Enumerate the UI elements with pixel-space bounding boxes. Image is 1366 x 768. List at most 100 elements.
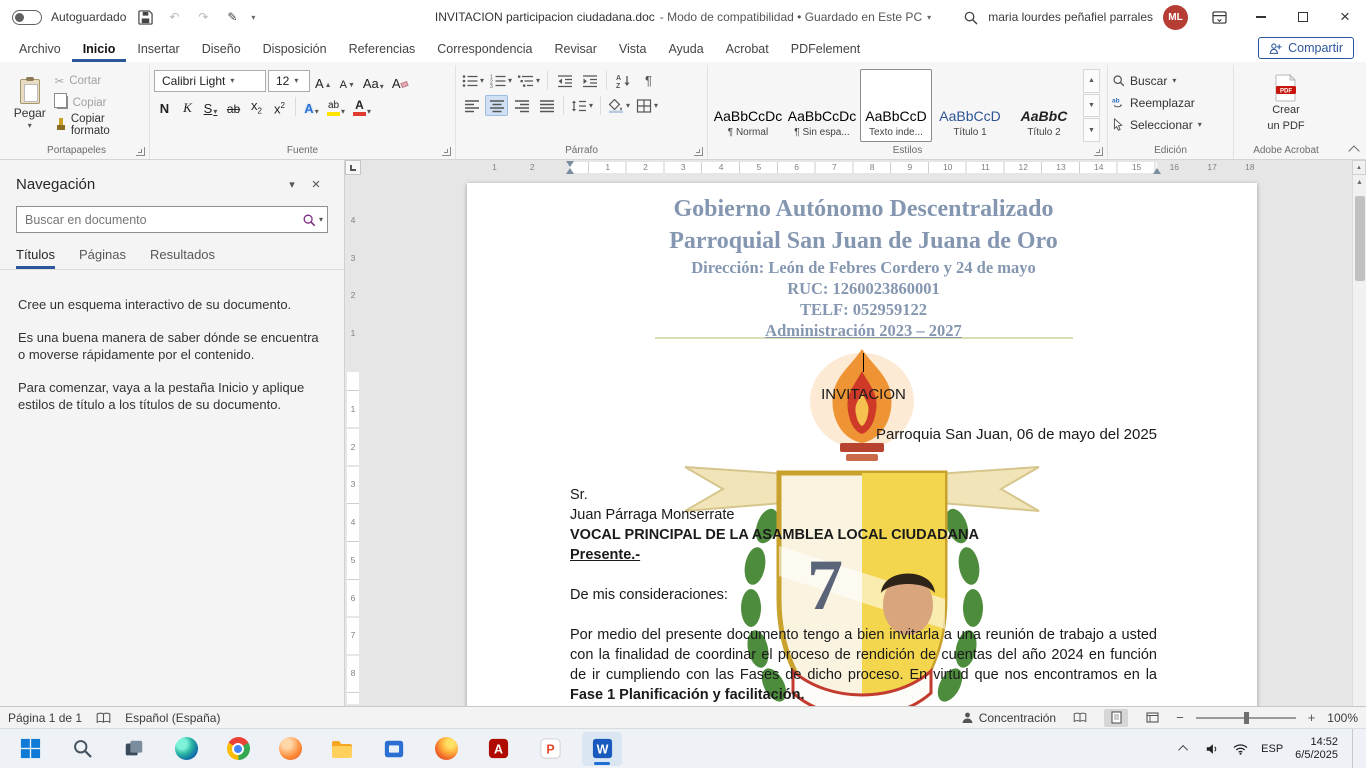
paragraph-dialog-launcher[interactable] (694, 147, 703, 156)
highlight-color-button[interactable]: ab▾ (324, 96, 348, 117)
clear-formatting-button[interactable]: A (389, 71, 412, 92)
ribbon-tab-archivo[interactable]: Archivo (8, 37, 72, 62)
ribbon-display-options-icon[interactable] (1198, 0, 1240, 34)
print-layout-button[interactable] (1104, 709, 1128, 727)
multilevel-list-button[interactable]: ▾ (516, 70, 542, 91)
change-case-button[interactable]: Aa▾ (360, 71, 387, 92)
style-item-2[interactable]: AaBbCcDc¶ Sin espa... (786, 69, 858, 142)
font-dialog-launcher[interactable] (442, 147, 451, 156)
taskbar-blue-app-icon[interactable] (374, 732, 414, 766)
ribbon-tab-insertar[interactable]: Insertar (126, 37, 190, 62)
volume-icon[interactable] (1203, 740, 1221, 758)
zoom-slider-thumb[interactable] (1244, 712, 1249, 724)
search-icon[interactable] (960, 7, 980, 27)
pen-icon[interactable]: ✎ (222, 7, 242, 27)
taskbar-chrome-icon[interactable] (218, 732, 258, 766)
underline-button[interactable]: S▾ (200, 96, 221, 117)
search-options-chevron-icon[interactable]: ▾ (319, 216, 323, 224)
numbering-button[interactable]: 123▾ (488, 70, 514, 91)
increase-indent-button[interactable] (578, 70, 601, 91)
decrease-indent-button[interactable] (553, 70, 576, 91)
style-item-5[interactable]: AaBbCTítulo 2 (1008, 69, 1080, 142)
shrink-font-button[interactable]: A▼ (337, 71, 358, 92)
style-item-1[interactable]: AaBbCcDc¶ Normal (712, 69, 784, 142)
document-content[interactable]: Gobierno Autónomo Descentralizado Parroq… (467, 183, 1257, 705)
taskbar-file-explorer-icon[interactable] (322, 732, 362, 766)
nav-tab-titulos[interactable]: Títulos (16, 247, 55, 269)
keyboard-language[interactable]: ESP (1259, 743, 1285, 755)
find-button[interactable]: Buscar▾ (1112, 71, 1202, 90)
font-name-combo[interactable]: Calibri Light▾ (154, 70, 266, 92)
sort-button[interactable]: AZ (612, 70, 635, 91)
cut-button[interactable]: ✂Cortar (52, 71, 145, 90)
taskbar-acrobat-icon[interactable]: A (478, 732, 518, 766)
ribbon-tab-correspondencia[interactable]: Correspondencia (426, 37, 543, 62)
zoom-slider[interactable] (1196, 717, 1296, 719)
search-icon[interactable] (302, 213, 316, 227)
vertical-scrollbar[interactable]: ▲ (1352, 175, 1366, 706)
taskbar-browser-icon[interactable] (270, 732, 310, 766)
taskbar-pdfelement-icon[interactable]: P (530, 732, 570, 766)
nav-tab-resultados[interactable]: Resultados (150, 247, 215, 269)
minimize-button[interactable] (1240, 0, 1282, 34)
align-right-button[interactable] (510, 95, 533, 116)
focus-mode-button[interactable]: Concentración (961, 711, 1056, 725)
navigation-options-chevron-icon[interactable]: ▾ (280, 174, 304, 194)
line-spacing-button[interactable]: ▾ (569, 95, 595, 116)
autosave-toggle[interactable] (12, 10, 42, 25)
select-button[interactable]: Seleccionar▾ (1112, 115, 1202, 134)
subscript-button[interactable]: x2 (246, 96, 267, 117)
styles-dialog-launcher[interactable] (1094, 147, 1103, 156)
clock[interactable]: 14:52 6/5/2025 (1295, 736, 1338, 762)
taskbar-search-icon[interactable] (62, 732, 102, 766)
zoom-in-icon[interactable]: + (1308, 710, 1316, 725)
paste-button[interactable]: Pegar ▾ (8, 66, 52, 142)
clipboard-dialog-launcher[interactable] (136, 147, 145, 156)
align-center-button[interactable] (485, 95, 508, 116)
ribbon-tab-referencias[interactable]: Referencias (338, 37, 427, 62)
copy-button[interactable]: Copiar (52, 93, 145, 112)
tray-chevron-icon[interactable] (1175, 740, 1193, 758)
show-desktop-strip[interactable] (1352, 729, 1356, 768)
zoom-level[interactable]: 100% (1327, 711, 1358, 725)
justify-button[interactable] (535, 95, 558, 116)
align-left-button[interactable] (460, 95, 483, 116)
read-mode-button[interactable] (1068, 709, 1092, 727)
ribbon-tab-pdfelement[interactable]: PDFelement (780, 37, 871, 62)
bold-button[interactable]: N (154, 96, 175, 117)
ribbon-tab-diseño[interactable]: Diseño (191, 37, 252, 62)
first-line-indent-marker[interactable] (566, 161, 574, 167)
close-button[interactable]: × (1324, 0, 1366, 34)
language-indicator[interactable]: Español (España) (125, 711, 220, 725)
navigation-search-input[interactable] (17, 213, 302, 227)
scroll-up-icon[interactable]: ▲ (1353, 175, 1366, 190)
tab-stop-selector[interactable] (345, 160, 361, 175)
styles-scroll-up-icon[interactable]: ▲ (1083, 69, 1100, 93)
ribbon-tab-vista[interactable]: Vista (608, 37, 658, 62)
collapse-ribbon-icon[interactable] (1348, 145, 1359, 156)
strikethrough-button[interactable]: ab (223, 96, 244, 117)
share-button[interactable]: Compartir (1258, 37, 1354, 59)
zoom-out-icon[interactable]: − (1176, 710, 1184, 725)
styles-more-icon[interactable]: ▼ (1083, 118, 1100, 142)
save-icon[interactable] (135, 7, 155, 27)
replace-button[interactable]: abReemplazar (1112, 93, 1202, 112)
avatar[interactable]: ML (1163, 5, 1188, 30)
format-painter-button[interactable]: Copiar formato (52, 115, 145, 134)
nav-tab-paginas[interactable]: Páginas (79, 247, 126, 269)
web-layout-button[interactable] (1140, 709, 1164, 727)
right-indent-marker[interactable] (1153, 168, 1161, 174)
italic-button[interactable]: K (177, 96, 198, 117)
maximize-button[interactable] (1282, 0, 1324, 34)
style-item-4[interactable]: AaBbCcDTítulo 1 (934, 69, 1006, 142)
wifi-icon[interactable] (1231, 740, 1249, 758)
borders-button[interactable]: ▾ (634, 95, 660, 116)
taskbar-word-icon[interactable]: W (582, 732, 622, 766)
styles-scroll-down-icon[interactable]: ▼ (1083, 94, 1100, 118)
hanging-indent-marker[interactable] (566, 168, 574, 174)
ribbon-tab-acrobat[interactable]: Acrobat (715, 37, 780, 62)
undo-icon[interactable]: ↶ (164, 7, 184, 27)
create-pdf-button[interactable]: PDF Crear un PDF (1257, 66, 1314, 142)
taskbar-start-icon[interactable] (10, 732, 50, 766)
bullets-button[interactable]: ▾ (460, 70, 486, 91)
